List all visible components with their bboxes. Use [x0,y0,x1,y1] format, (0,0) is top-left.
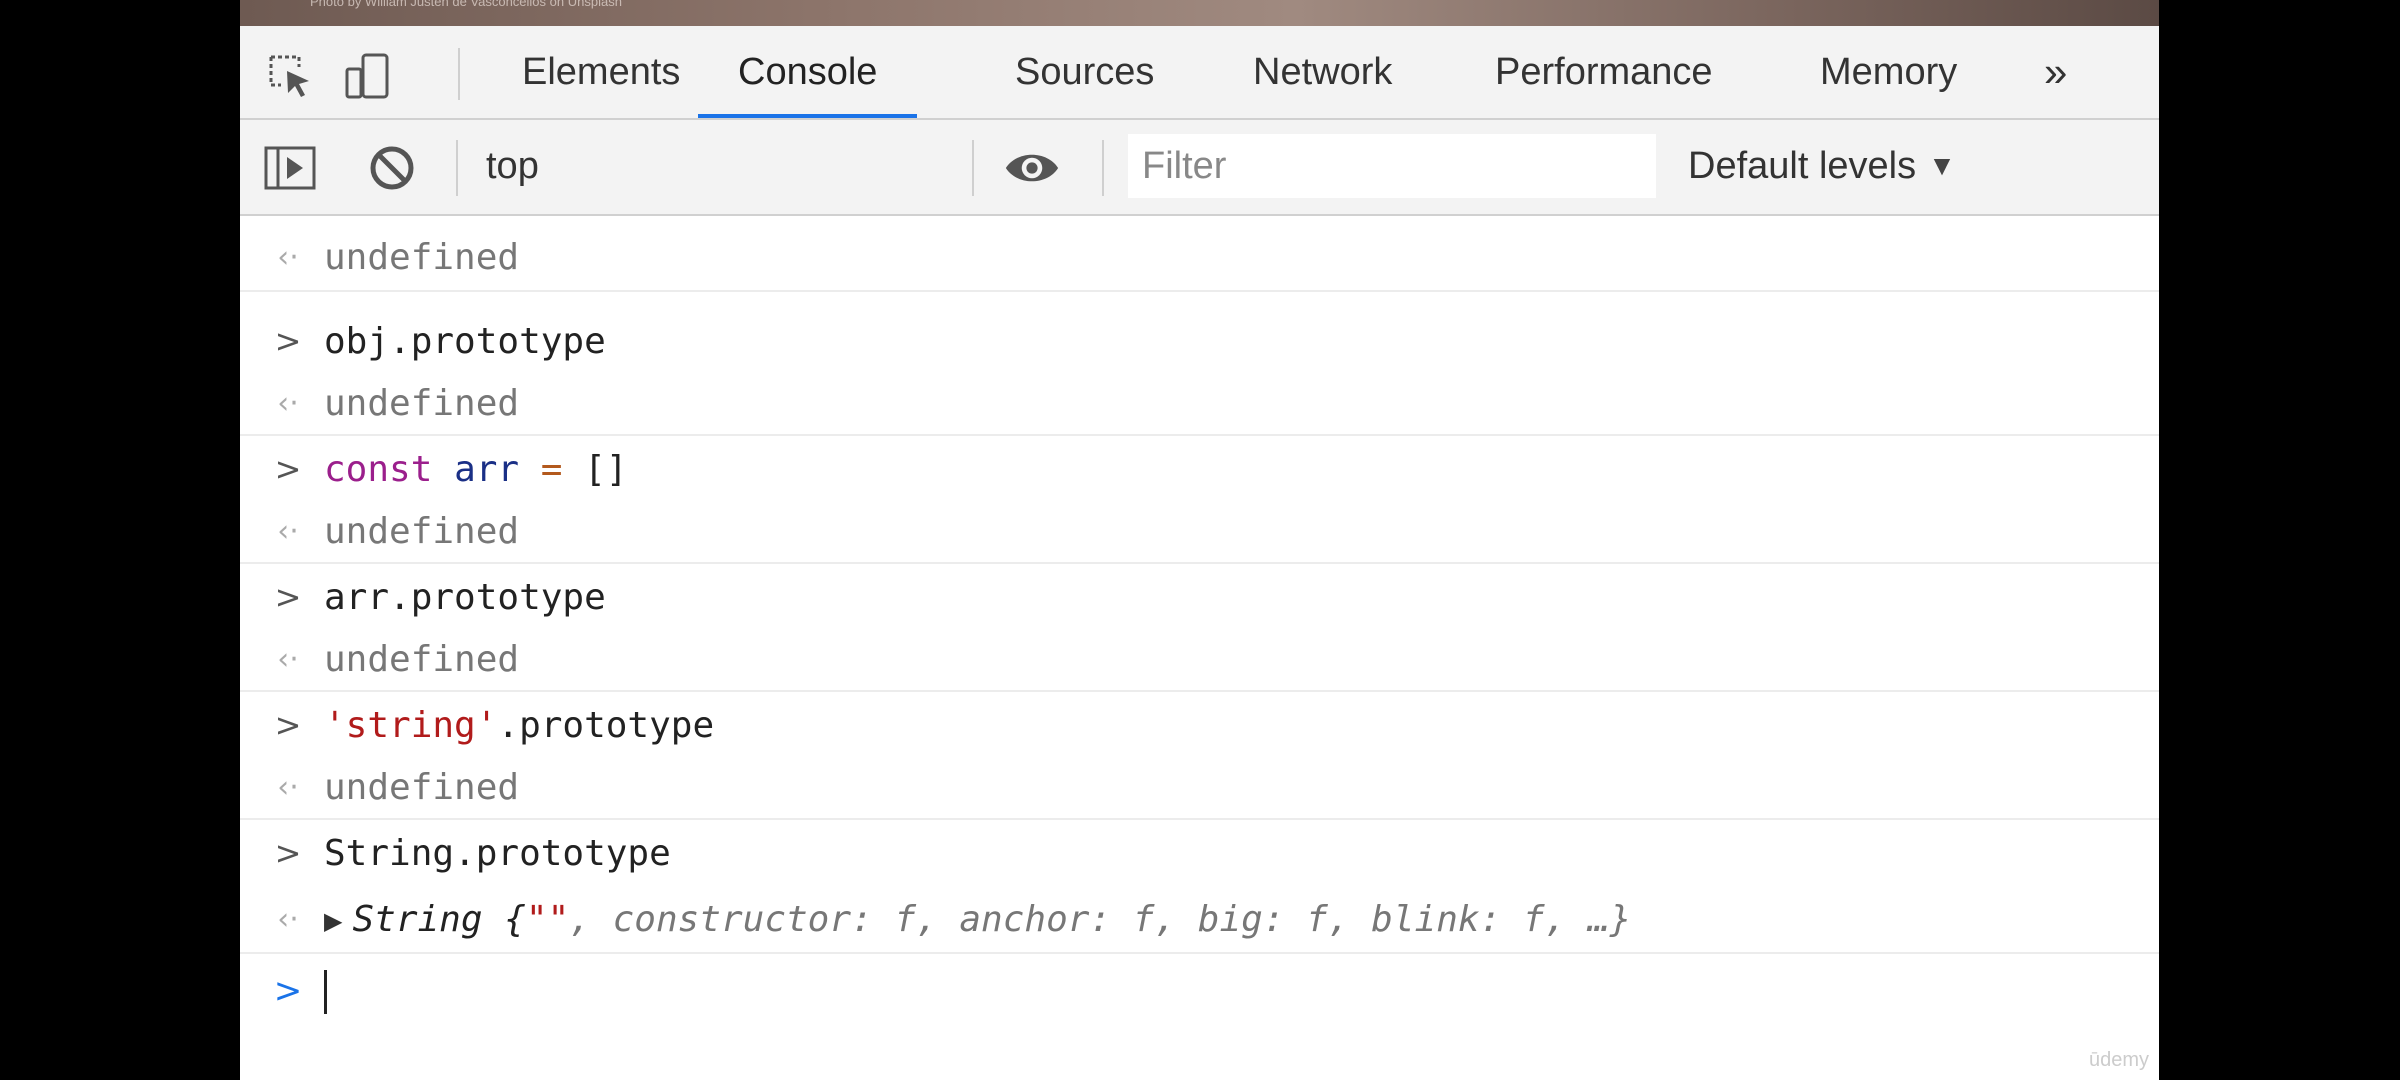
default-levels-dropdown[interactable]: Default levels ▼ [1688,134,1956,198]
clear-console-icon[interactable] [364,140,420,196]
text-cursor [324,970,327,1014]
console-entry: > 'string'.prototype ‹· undefined [240,692,2159,820]
console-entry: > const obj = {} ‹· undefined [240,216,2159,292]
devtools-tabbar: Elements Console Sources Network Perform… [240,26,2159,120]
console-result: undefined [324,510,520,552]
show-sidebar-icon[interactable] [262,140,318,196]
device-toolbar-icon[interactable] [340,48,396,104]
tabbar-divider [458,48,460,100]
result-arrow-icon: ‹· [277,513,299,549]
context-label: top [486,144,539,187]
result-arrow-icon: ‹· [277,769,299,805]
toolbar-divider [1102,140,1104,196]
result-arrow-icon: ‹· [277,641,299,677]
console-result: undefined [324,382,520,424]
tab-network[interactable]: Network [1253,26,1392,118]
toolbar-divider [972,140,974,196]
filter-input[interactable] [1128,134,1656,198]
console-prompt-row[interactable]: > [240,954,2159,1034]
expand-triangle-icon[interactable]: ▶ [324,907,342,935]
photo-credit: Photo by William Justen de Vasconcellos … [310,0,622,9]
console-output[interactable]: > const obj = {} ‹· undefined > obj.prot… [240,216,2159,1080]
watermark-logo: ūdemy [2088,1049,2149,1071]
eye-icon[interactable] [1004,140,1060,196]
more-tabs-icon[interactable]: » [2044,26,2067,118]
page-photo-strip: Photo by William Justen de Vasconcellos … [240,0,2159,26]
console-input: obj.prototype [324,320,606,362]
context-selector[interactable]: top ▼ [486,134,1176,198]
tab-elements[interactable]: Elements [522,26,680,118]
input-chevron-icon: > [274,322,302,360]
tab-sources[interactable]: Sources [1015,26,1154,118]
levels-caret-icon: ▼ [1928,150,1956,181]
inspect-element-icon[interactable] [262,48,318,104]
console-entry: > obj.prototype ‹· undefined [240,308,2159,436]
tab-console[interactable]: Console [698,26,918,118]
input-chevron-icon: > [274,578,302,616]
result-arrow-icon: ‹· [277,239,299,275]
console-entry: > String.prototype ‹· ▶ String {"", const… [240,820,2159,954]
result-arrow-icon: ‹· [277,385,299,421]
console-result: undefined [324,236,520,278]
prompt-chevron-icon: > [273,971,303,1011]
console-input: arr.prototype [324,576,606,618]
console-result: undefined [324,638,520,680]
toolbar-divider [456,140,458,196]
tab-performance[interactable]: Performance [1495,26,1713,118]
console-result: undefined [324,766,520,808]
input-chevron-icon: > [274,450,302,488]
tab-memory[interactable]: Memory [1820,26,1957,118]
devtools-window: Photo by William Justen de Vasconcellos … [240,0,2159,1080]
object-preview[interactable]: ▶ String {"", constructor: f, anchor: f, … [324,899,1631,940]
console-toolbar: top ▼ Default levels ▼ [240,120,2159,216]
result-arrow-icon: ‹· [277,901,299,937]
levels-label: Default levels [1688,144,1917,187]
console-entry: > arr.prototype ‹· undefined [240,564,2159,692]
console-input: 'string'.prototype [324,704,715,746]
input-chevron-icon: > [274,706,302,744]
console-input: const arr = [] [324,448,628,490]
console-entry: > const arr = [] ‹· undefined [240,436,2159,564]
console-input: String.prototype [324,832,671,874]
input-chevron-icon: > [274,834,302,872]
